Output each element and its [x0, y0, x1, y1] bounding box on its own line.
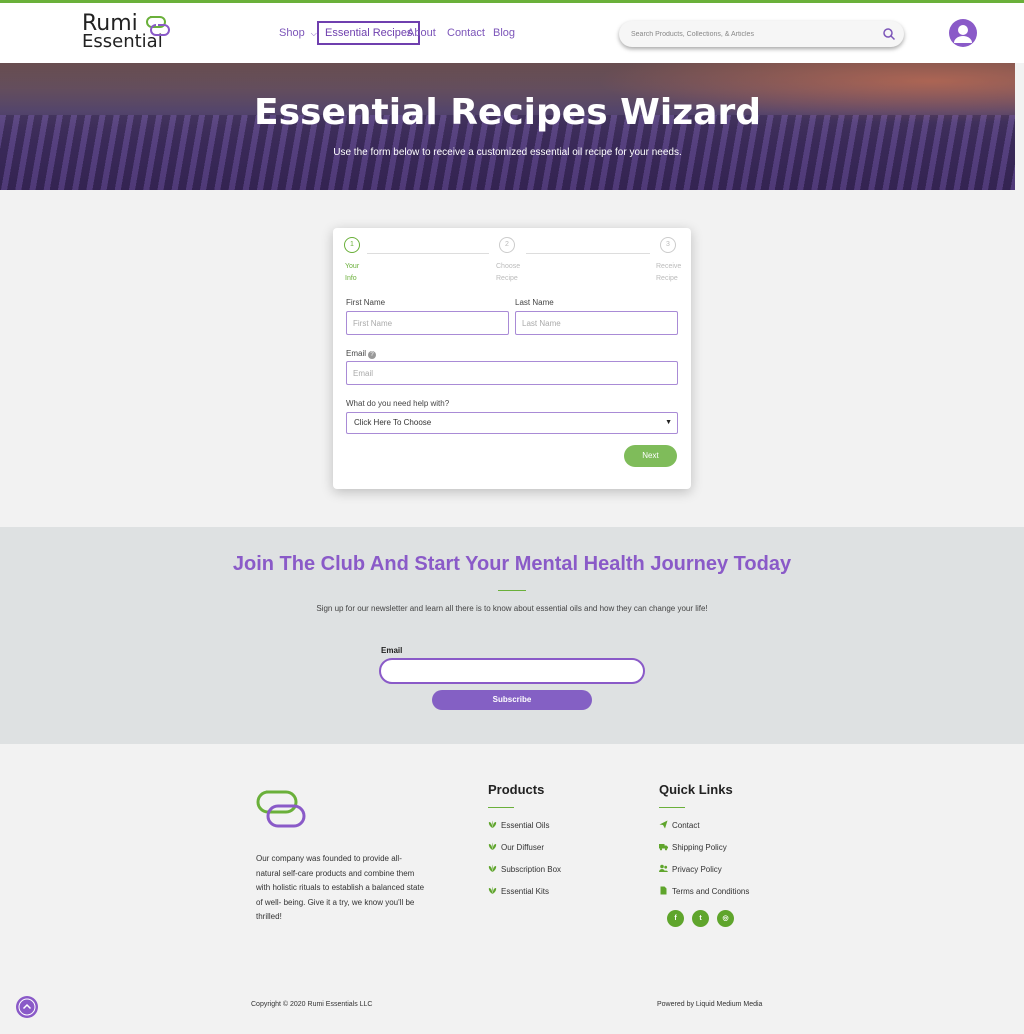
newsletter-email-field[interactable]: [379, 658, 645, 684]
step-number: 1: [344, 237, 360, 253]
step-connector: [526, 253, 650, 254]
step-label: Choose Recipe: [496, 261, 526, 285]
nav-about[interactable]: About: [407, 21, 436, 45]
step-label-line2: Recipe: [656, 275, 678, 282]
step-label-line2: Info: [345, 275, 357, 282]
footer-about-text: Our company was founded to provide all-n…: [256, 854, 425, 921]
email-label-text: Email: [346, 349, 367, 358]
step-label-line1: Your: [345, 263, 360, 270]
link-label: Shipping Policy: [672, 843, 727, 852]
first-name-field[interactable]: [346, 311, 509, 335]
footer-link-contact[interactable]: Contact: [659, 820, 700, 832]
page-subtitle: Use the form below to receive a customiz…: [333, 147, 682, 158]
footer-link-our-diffuser[interactable]: Our Diffuser: [488, 842, 544, 854]
nav-shop[interactable]: Shop ⌵: [279, 21, 317, 45]
link-label: Contact: [672, 821, 700, 830]
scroll-to-top-button[interactable]: [16, 996, 38, 1018]
powered-by-text: Powered by Liquid Medium Media: [657, 1001, 763, 1008]
search-input[interactable]: [631, 21, 871, 47]
footer-quick-links-title: Quick Links: [659, 782, 733, 797]
nav-shop-label: Shop: [279, 27, 305, 39]
step-label-line1: Choose: [496, 263, 521, 270]
account-avatar-icon[interactable]: [949, 19, 977, 47]
paper-plane-icon: [659, 820, 668, 829]
site-header: Rumi Essential Shop ⌵ Essential Recipes A…: [0, 3, 1024, 63]
footer-products-title: Products: [488, 782, 545, 797]
search-icon[interactable]: [882, 27, 896, 41]
site-logo[interactable]: Rumi Essential: [82, 13, 174, 55]
recipe-wizard-card: 1 Your Info 2 Choose Recipe 3 Receive Re…: [333, 228, 691, 489]
document-icon: [660, 886, 667, 895]
divider: [659, 807, 685, 808]
divider: [498, 590, 526, 591]
page-title: Essential Recipes Wizard: [254, 92, 761, 133]
footer-link-terms[interactable]: Terms and Conditions: [659, 886, 749, 898]
link-label: Essential Oils: [501, 821, 550, 830]
step-label-line1: Receive: [656, 263, 682, 270]
link-label: Essential Kits: [501, 887, 550, 896]
link-label: Privacy Policy: [672, 865, 722, 874]
step-number: 2: [499, 237, 515, 253]
last-name-label: Last Name: [515, 298, 554, 307]
step-connector: [367, 253, 489, 254]
logo-mark-icon: [146, 16, 170, 36]
leaf-icon: [488, 820, 497, 828]
help-topic-label: What do you need help with?: [346, 399, 450, 408]
facebook-icon[interactable]: f: [667, 910, 684, 927]
newsletter-email-label: Email: [381, 646, 403, 655]
help-icon[interactable]: ?: [368, 351, 377, 359]
last-name-field[interactable]: [515, 311, 678, 335]
user-icon: [954, 25, 972, 43]
nav-contact[interactable]: Contact: [447, 21, 485, 45]
help-topic-selected: Click Here To Choose: [354, 418, 432, 427]
newsletter-subtitle: Sign up for our newsletter and learn all…: [316, 604, 708, 613]
help-topic-select[interactable]: Click Here To Choose ▼: [346, 412, 678, 434]
twitter-icon[interactable]: t: [692, 910, 709, 927]
footer-logo-icon[interactable]: [256, 784, 308, 836]
step-label: Your Info: [345, 261, 375, 285]
nav-blog[interactable]: Blog: [493, 21, 515, 45]
divider: [488, 807, 514, 808]
footer-link-essential-kits[interactable]: Essential Kits: [488, 886, 549, 898]
newsletter-title: Join The Club And Start Your Mental Heal…: [232, 553, 792, 575]
leaf-icon: [488, 886, 497, 894]
step-number: 3: [660, 237, 676, 253]
footer-link-privacy-policy[interactable]: Privacy Policy: [659, 864, 722, 876]
link-label: Terms and Conditions: [672, 887, 750, 896]
truck-icon: [659, 844, 668, 851]
footer-link-essential-oils[interactable]: Essential Oils: [488, 820, 549, 832]
nav-essential-recipes[interactable]: Essential Recipes: [317, 21, 421, 45]
chevron-down-icon: ⌵: [310, 29, 317, 38]
email-label: Email?: [346, 349, 377, 359]
email-field[interactable]: [346, 361, 678, 385]
next-button[interactable]: Next: [624, 445, 677, 467]
site-footer: Our company was founded to provide all-n…: [0, 744, 1024, 1034]
step-label-line2: Recipe: [496, 275, 518, 282]
footer-link-shipping-policy[interactable]: Shipping Policy: [659, 842, 727, 854]
search-bar: [619, 21, 904, 47]
copyright-text: Copyright © 2020 Rumi Essentials LLC: [251, 1001, 373, 1008]
leaf-icon: [488, 842, 497, 850]
link-label: Subscription Box: [501, 865, 562, 874]
subscribe-button[interactable]: Subscribe: [432, 690, 592, 710]
newsletter-section: Join The Club And Start Your Mental Heal…: [0, 527, 1024, 744]
footer-link-subscription-box[interactable]: Subscription Box: [488, 864, 561, 876]
instagram-icon[interactable]: ◎: [717, 910, 734, 927]
users-icon: [659, 864, 668, 872]
link-label: Our Diffuser: [501, 843, 544, 852]
caret-down-icon: ▼: [665, 419, 672, 426]
step-label: Receive Recipe: [656, 261, 686, 285]
leaf-icon: [488, 864, 497, 872]
first-name-label: First Name: [346, 298, 386, 307]
chevron-up-icon: [18, 998, 36, 1016]
